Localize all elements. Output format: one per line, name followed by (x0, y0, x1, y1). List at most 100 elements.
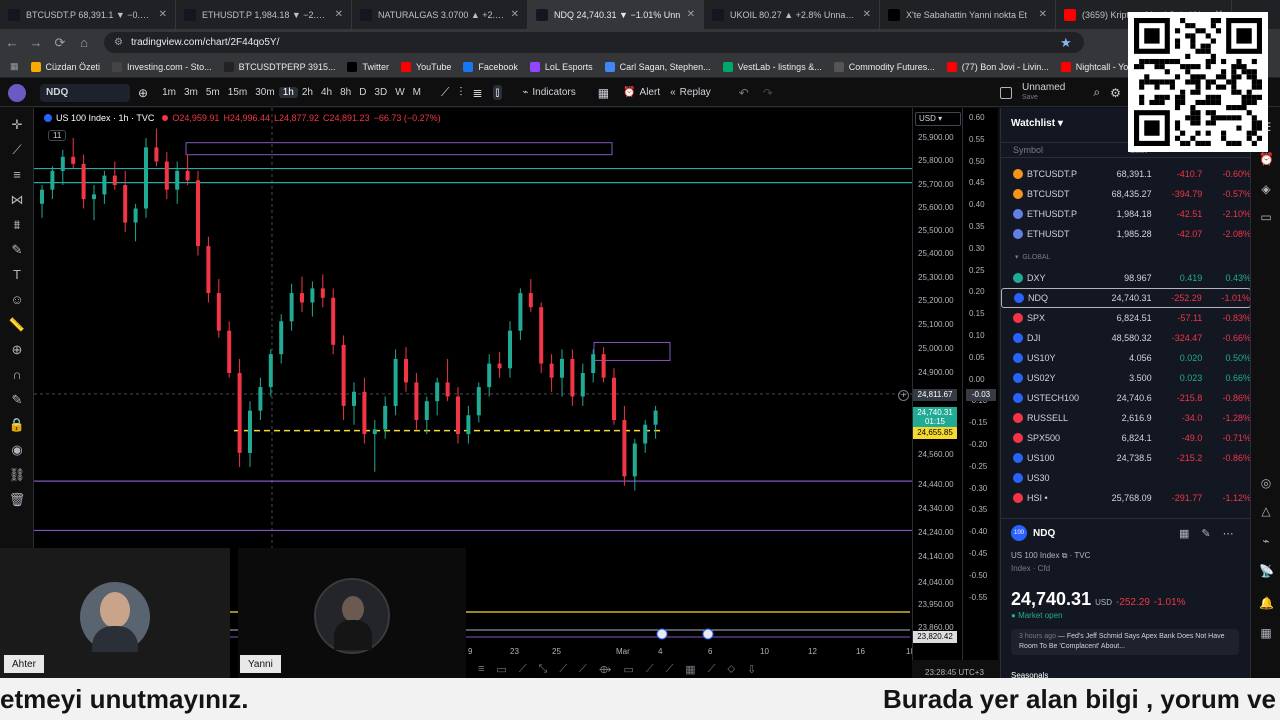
add-alert-icon[interactable]: + (898, 390, 909, 401)
brush-icon[interactable]: ✎ (0, 237, 34, 262)
compare-icon[interactable]: ⊕ (138, 86, 148, 100)
bookmark-item[interactable]: LoL Esports (529, 61, 593, 72)
symbol-search[interactable]: NDQ (40, 83, 130, 102)
more-icon[interactable]: ⋯ (1223, 527, 1234, 540)
avatar[interactable] (8, 84, 26, 102)
lock-icon[interactable]: 🔒 (0, 412, 34, 437)
tool-icon[interactable]: ⤡ (539, 663, 548, 676)
watchlist-row[interactable]: BTCUSDT 68,435.27 -394.79 -0.57% (1001, 184, 1251, 204)
magnet-icon[interactable]: ∩ (0, 362, 34, 387)
watchlist-title[interactable]: Watchlist ▾ (1011, 118, 1063, 129)
bookmark-item[interactable]: Twitter (347, 61, 389, 72)
reload-icon[interactable]: ⟳ (48, 35, 72, 51)
text-icon[interactable]: T (0, 262, 34, 287)
bookmark-item[interactable]: BTCUSDTPERP 3915... (223, 61, 335, 72)
watchlist-row[interactable]: US30 (1001, 468, 1251, 488)
link-icon[interactable]: ⛓ (0, 462, 34, 487)
watchlist-row[interactable]: US100 24,738.5 -215.2 -0.86% (1001, 448, 1251, 468)
section-label[interactable]: ▾ GLOBAL (1015, 253, 1050, 261)
home-icon[interactable]: ⌂ (72, 35, 96, 50)
chat-icon[interactable]: ▭ (1259, 210, 1273, 224)
lock-drawing-icon[interactable]: ✎ (0, 387, 34, 412)
tool-icon[interactable]: ⬦ (727, 663, 735, 676)
alert-button[interactable]: ⏰ Alert (623, 87, 660, 98)
watchlist-row[interactable]: SPX 6,824.51 -57.11 -0.83% (1001, 308, 1251, 328)
timeframe-15m[interactable]: 15m (224, 87, 251, 98)
apps-icon[interactable]: ▦ (10, 61, 19, 72)
layout-icon[interactable] (1000, 86, 1012, 99)
crosshair-icon[interactable]: ✛ (0, 112, 34, 137)
watchlist-row[interactable]: RUSSELL 2,616.9 -34.0 -1.28% (1001, 408, 1251, 428)
timeframe-D[interactable]: D (355, 87, 370, 98)
price-scale[interactable]: USD ▾ 25,900.00 25,800.00 25,700.00 25,600.… (912, 108, 962, 660)
trendline-icon[interactable]: ⟋ (0, 137, 34, 162)
timeframe-M[interactable]: M (409, 87, 425, 98)
watchlist-row[interactable]: NDQ 24,740.31 -252.29 -1.01% (1001, 288, 1251, 308)
zone-rectangle[interactable] (185, 142, 613, 156)
watchlist-row[interactable]: DXY 98.967 0.419 0.43% (1001, 268, 1251, 288)
watchlist-row[interactable]: DJI 48,580.32 -324.47 -0.66% (1001, 328, 1251, 348)
watchlist-row[interactable]: HSI • 25,768.09 -291.77 -1.12% (1001, 488, 1251, 508)
bookmark-star-icon[interactable]: ★ (1060, 35, 1072, 51)
bookmark-item[interactable]: (77) Bon Jovi - Livin... (946, 61, 1049, 72)
browser-tab[interactable]: ETHUSDT.P 1,984.18 ▼ −2.1% U ✕ (176, 0, 352, 29)
indicator-count[interactable]: 11 (48, 130, 67, 141)
chart-canvas[interactable] (34, 108, 912, 548)
bookmark-item[interactable]: Cüzdan Özeti (30, 61, 100, 72)
alerts-icon[interactable]: ⏰ (1259, 152, 1274, 166)
gear-icon[interactable]: ⚙ (1110, 86, 1121, 100)
bookmark-item[interactable]: Facebook (463, 61, 518, 72)
back-icon[interactable]: ← (0, 35, 24, 50)
us-flag-event-icon[interactable] (702, 628, 714, 640)
watchlist-row[interactable]: US02Y 3.500 0.023 0.66% (1001, 368, 1251, 388)
ideas-icon[interactable]: ⌁ (1259, 534, 1273, 548)
edit-icon[interactable]: ✎ (1201, 527, 1210, 540)
close-icon[interactable]: ✕ (511, 9, 519, 20)
close-icon[interactable]: ✕ (1039, 9, 1047, 20)
timeframe-W[interactable]: W (391, 87, 408, 98)
currency-select[interactable]: USD ▾ (915, 112, 961, 126)
watchlist-row[interactable]: US10Y 4.056 0.020 0.50% (1001, 348, 1251, 368)
tool-icon[interactable]: ⟋ (708, 663, 716, 676)
list-icon[interactable]: ≣ (472, 86, 482, 100)
bookmark-item[interactable]: VestLab - listings &... (722, 61, 822, 72)
watchlist-row[interactable]: USTECH100 24,740.6 -215.8 -0.86% (1001, 388, 1251, 408)
pattern-icon[interactable]: ⋈ (0, 187, 34, 212)
us-flag-event-icon[interactable] (656, 628, 668, 640)
tool-icon[interactable]: ⟋ (646, 663, 654, 676)
browser-tab[interactable]: BTCUSDT.P 68,391.1 ▼ −0.6% U ✕ (0, 0, 176, 29)
tool-icon[interactable]: ▭ (496, 663, 506, 676)
browser-tab[interactable]: X'te Sabahattin Yanni nokta Et ✕ (880, 0, 1056, 29)
redo-icon[interactable]: ↷ (763, 86, 773, 100)
candles-icon[interactable]: ⫾ (492, 85, 503, 100)
timeframe-4h[interactable]: 4h (317, 87, 336, 98)
line-tool-icon[interactable]: ⟋ (441, 85, 449, 100)
timeframe-3m[interactable]: 3m (180, 87, 202, 98)
broadcast-icon[interactable]: 📡 (1259, 564, 1274, 578)
watchlist-row[interactable]: ETHUSDT 1,985.28 -42.07 -2.08% (1001, 224, 1251, 244)
price-chart[interactable] (34, 108, 912, 548)
close-icon[interactable]: ✕ (687, 9, 695, 20)
tool-icon[interactable]: ⇩ (747, 663, 756, 676)
url-field[interactable]: ⚙ tradingview.com/chart/2F44qo5Y/ (104, 32, 1084, 53)
percent-scale[interactable]: 0.60 0.55 0.50 0.45 0.40 0.35 0.30 0.25 0.20 0.15… (962, 108, 998, 660)
layers-icon[interactable]: ◈ (1259, 182, 1273, 196)
timeframe-30m[interactable]: 30m (251, 87, 278, 98)
tool-icon[interactable]: ▦ (685, 663, 695, 676)
tool-icon[interactable]: ▭ (623, 663, 633, 676)
tool-icon[interactable]: ⟋ (519, 663, 527, 676)
layout-name[interactable]: Unnamed Save (1022, 82, 1065, 103)
tool-icon[interactable]: ⟋ (666, 663, 674, 676)
undo-icon[interactable]: ↶ (739, 86, 749, 100)
templates-icon[interactable]: ▦ (598, 86, 609, 100)
grid-icon[interactable]: ▦ (1179, 527, 1189, 540)
timeframe-8h[interactable]: 8h (336, 87, 355, 98)
site-info-icon[interactable]: ⚙ (114, 37, 123, 48)
timeframe-1m[interactable]: 1m (158, 87, 180, 98)
browser-tab[interactable]: NATURALGAS 3.0700 ▲ +2.68% ✕ (352, 0, 528, 29)
ruler-icon[interactable]: 📏 (0, 312, 34, 337)
search-icon[interactable]: ⌕ (1093, 85, 1100, 100)
timeframe-5m[interactable]: 5m (202, 87, 224, 98)
timeframe-3D[interactable]: 3D (370, 87, 391, 98)
projection-icon[interactable]: ⩩ (0, 212, 34, 237)
